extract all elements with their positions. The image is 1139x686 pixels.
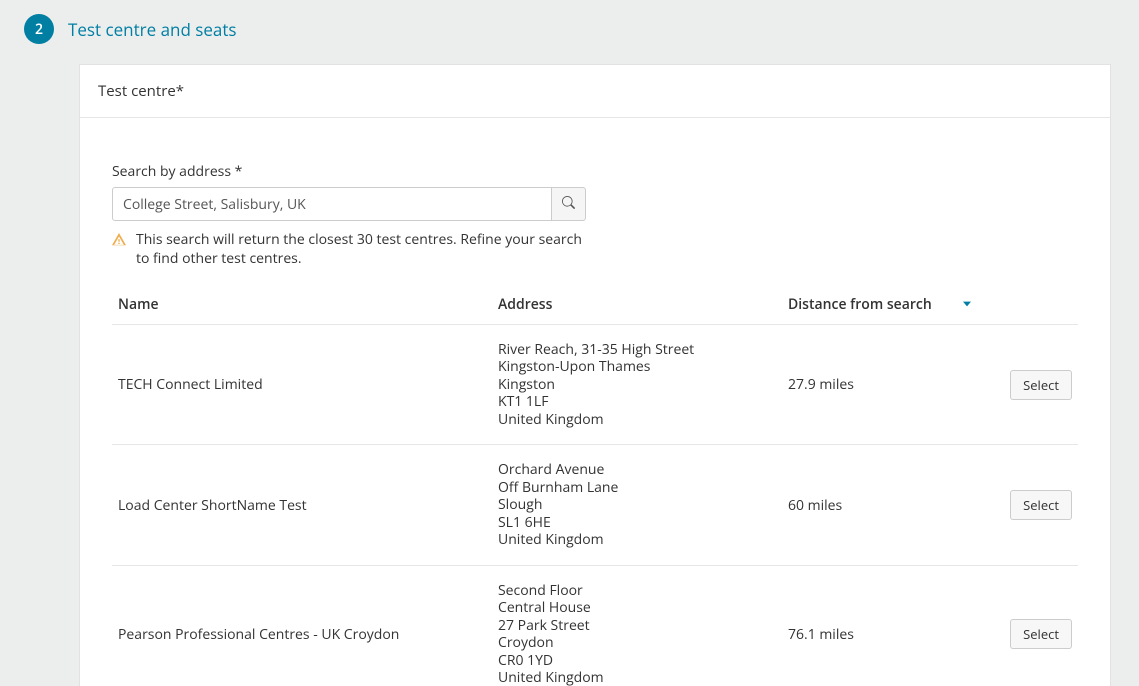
select-button[interactable]: Select — [1010, 370, 1072, 400]
step-number-badge: 2 — [24, 14, 54, 44]
section-heading: Test centre* — [80, 65, 1110, 118]
centre-address: Orchard AvenueOff Burnham LaneSloughSL1 … — [492, 445, 782, 566]
search-hint: This search will return the closest 30 t… — [112, 231, 1078, 269]
step-title: Test centre and seats — [68, 18, 237, 41]
warning-icon — [112, 233, 126, 252]
search-label: Search by address * — [112, 162, 1078, 181]
hint-text: This search will return the closest 30 t… — [136, 231, 596, 269]
col-header-distance[interactable]: Distance from search — [782, 285, 977, 325]
centre-distance: 76.1 miles — [782, 565, 977, 686]
centre-name: TECH Connect Limited — [112, 324, 492, 445]
table-row: TECH Connect LimitedRiver Reach, 31-35 H… — [112, 324, 1078, 445]
search-input[interactable] — [112, 187, 552, 221]
distance-header-label: Distance from search — [788, 295, 932, 314]
centre-address: River Reach, 31-35 High StreetKingston-U… — [492, 324, 782, 445]
col-header-name[interactable]: Name — [112, 285, 492, 325]
search-button[interactable] — [552, 187, 586, 221]
centre-address: Second FloorCentral House27 Park StreetC… — [492, 565, 782, 686]
table-row: Pearson Professional Centres - UK Croydo… — [112, 565, 1078, 686]
centre-name: Load Center ShortName Test — [112, 445, 492, 566]
results-table: Name Address Distance from search — [112, 285, 1078, 686]
search-icon — [562, 196, 575, 212]
select-button[interactable]: Select — [1010, 619, 1072, 649]
chevron-down-icon — [963, 301, 971, 307]
col-header-address[interactable]: Address — [492, 285, 782, 325]
centre-name: Pearson Professional Centres - UK Croydo… — [112, 565, 492, 686]
test-centre-card: Test centre* Search by address * This se… — [79, 64, 1111, 686]
select-button[interactable]: Select — [1010, 490, 1072, 520]
step-header: 2 Test centre and seats — [24, 14, 1115, 44]
centre-distance: 27.9 miles — [782, 324, 977, 445]
table-row: Load Center ShortName TestOrchard Avenue… — [112, 445, 1078, 566]
centre-distance: 60 miles — [782, 445, 977, 566]
